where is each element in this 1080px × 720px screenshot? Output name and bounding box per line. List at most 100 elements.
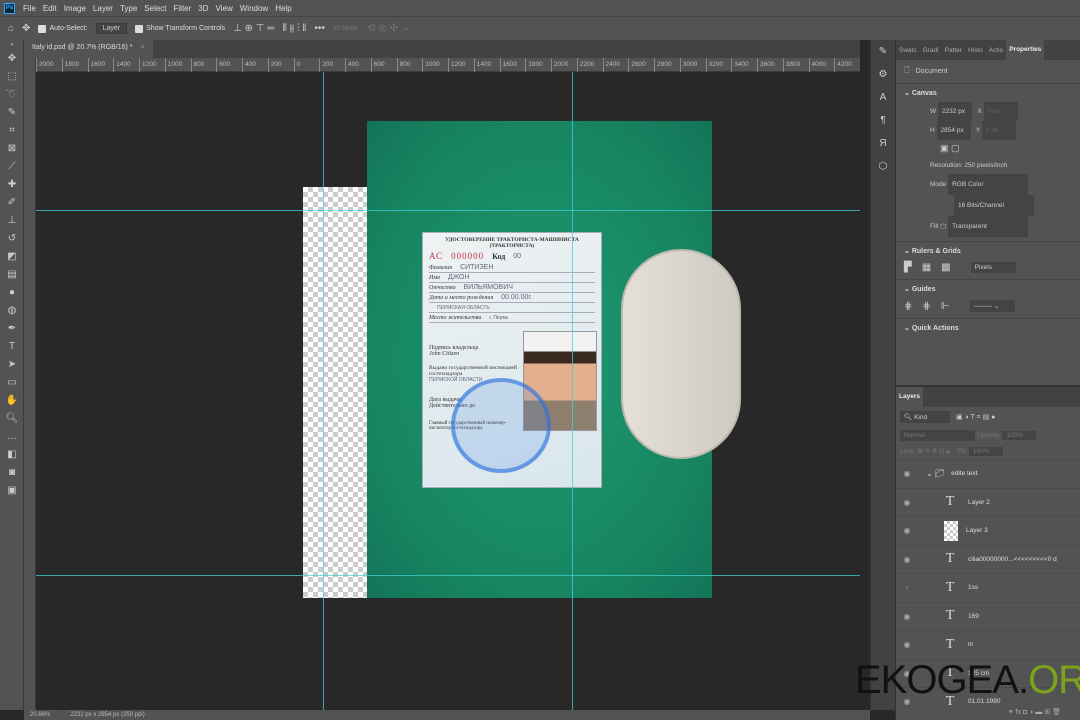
- layer-fill-input[interactable]: 100%: [968, 447, 1003, 456]
- layer-row[interactable]: ◉ Tm: [896, 630, 1080, 659]
- menu-filter[interactable]: Filter: [174, 4, 192, 13]
- brush-tool-icon[interactable]: ✐: [0, 194, 24, 212]
- screen-mode-icon[interactable]: ▣: [0, 482, 24, 500]
- show-transform-checkbox[interactable]: Show Transform Controls: [135, 24, 225, 33]
- visibility-eye-icon[interactable]: ◉: [896, 612, 918, 621]
- quick-actions-section-header[interactable]: ⌄ Quick Actions: [896, 318, 1080, 337]
- x-input[interactable]: 0 px: [983, 102, 1018, 121]
- home-icon[interactable]: ⌂: [8, 23, 14, 34]
- layer-row[interactable]: ◉ T Layer 2: [896, 487, 1080, 517]
- paragraph-icon[interactable]: ¶: [871, 109, 895, 132]
- zoom-level[interactable]: 20.66%: [30, 712, 50, 718]
- menu-layer[interactable]: Layer: [93, 4, 113, 13]
- bit-depth-dropdown[interactable]: 16 Bits/Channel: [954, 195, 1034, 216]
- menu-file[interactable]: File: [23, 4, 36, 13]
- dodge-tool-icon[interactable]: ◍: [0, 302, 24, 320]
- guide-vertical[interactable]: [323, 72, 324, 710]
- filter-icons[interactable]: ▣ ◑ T ⌗ ▤ ●: [956, 413, 995, 422]
- auto-select-checkbox[interactable]: Auto-Select:: [38, 24, 88, 33]
- 3d-icon[interactable]: ⬡: [871, 155, 895, 178]
- lasso-tool-icon[interactable]: ➰: [0, 86, 24, 104]
- menu-help[interactable]: Help: [275, 4, 291, 13]
- mode-dropdown[interactable]: RGB Color: [948, 174, 1029, 195]
- eraser-tool-icon[interactable]: ◩: [0, 248, 24, 266]
- history-brush-icon[interactable]: ↺: [0, 230, 24, 248]
- eyedropper-tool-icon[interactable]: ⟋: [0, 158, 24, 176]
- y-input[interactable]: 0 px: [981, 121, 1016, 140]
- width-input[interactable]: 2232 px: [937, 102, 972, 121]
- lock-icons[interactable]: ⊠ ✎ ✥ ⊡ 🔒︎: [917, 448, 949, 455]
- rulers-icon[interactable]: ▛: [904, 262, 912, 273]
- tab-swatches[interactable]: Swatc: [896, 47, 920, 54]
- visibility-eye-icon[interactable]: ◉: [896, 469, 918, 478]
- shape-tool-icon[interactable]: ▭: [0, 374, 24, 392]
- menu-edit[interactable]: Edit: [43, 4, 57, 13]
- document-info[interactable]: 2232 px x 2854 px (250 ppi): [70, 712, 144, 718]
- fill-dropdown[interactable]: Transparent: [948, 216, 1029, 237]
- hand-tool-icon[interactable]: ✋: [0, 392, 24, 410]
- healing-tool-icon[interactable]: ✚: [0, 176, 24, 194]
- more-tools-icon[interactable]: …: [0, 428, 24, 446]
- document-tab[interactable]: Italy id.psd @ 20.7% (RGB/16) * ×: [24, 40, 153, 58]
- canvas-area[interactable]: УДОСТОВЕРЕНИЕ ТРАКТОРИСТА-МАШИНИСТА (ТРА…: [36, 72, 860, 710]
- visibility-eye-icon[interactable]: ▫: [896, 583, 918, 592]
- menu-image[interactable]: Image: [64, 4, 86, 13]
- tab-gradients[interactable]: Gradi: [920, 47, 942, 54]
- horizontal-ruler[interactable]: 2000 1800 1600 1400 1200 1000 800 600 400 200 0 200…: [36, 58, 860, 72]
- move-tool-icon[interactable]: ✥: [22, 23, 30, 34]
- grid-icon[interactable]: ▦: [922, 262, 931, 273]
- rulers-grids-section-header[interactable]: ⌄ Rulers & Grids: [896, 241, 1080, 260]
- menu-select[interactable]: Select: [144, 4, 166, 13]
- height-input[interactable]: 2854 px: [936, 121, 971, 140]
- color-swatches-icon[interactable]: ◧: [0, 446, 24, 464]
- align-icons[interactable]: ⊥ ⊕ ⊤ ═ ⫴ ⫵ ⫶ ‖: [233, 23, 306, 34]
- guide-horizontal[interactable]: [36, 575, 860, 576]
- more-options-icon[interactable]: •••: [314, 23, 325, 34]
- visibility-eye-icon[interactable]: ◉: [896, 526, 918, 535]
- stamp-tool-icon[interactable]: ⊥: [0, 212, 24, 230]
- glyphs-icon[interactable]: Я: [871, 132, 895, 155]
- tab-patterns[interactable]: Patter: [942, 47, 965, 54]
- blend-mode-dropdown[interactable]: Normal: [900, 430, 975, 441]
- type-tool-icon[interactable]: T: [0, 338, 24, 356]
- opacity-input[interactable]: 100%: [1002, 431, 1037, 440]
- layer-row[interactable]: ◉ T 169: [896, 601, 1080, 631]
- gradient-tool-icon[interactable]: ▤: [0, 266, 24, 284]
- tab-actions[interactable]: Actio: [986, 47, 1006, 54]
- layer-row[interactable]: ◉ Tcilia00000000...<<<<<<<<<0 d: [896, 544, 1080, 574]
- canvas-section-header[interactable]: ⌄ Canvas: [896, 83, 1080, 102]
- layers-footer-icons[interactable]: ⚭ fx ◘ ◑ ▬ ⊞ 🗑︎: [896, 708, 1080, 720]
- menu-window[interactable]: Window: [240, 4, 268, 13]
- crop-tool-icon[interactable]: ⌗: [0, 122, 24, 140]
- landscape-orientation-icon[interactable]: ▢: [951, 143, 960, 153]
- tab-properties[interactable]: Properties: [1006, 40, 1045, 60]
- units-dropdown[interactable]: Pixels: [970, 262, 1016, 273]
- brush-settings-icon[interactable]: ✎: [871, 40, 895, 63]
- pixel-grid-icon[interactable]: ▩: [941, 262, 950, 273]
- quick-mask-icon[interactable]: ◙: [0, 464, 24, 482]
- visibility-eye-icon[interactable]: ◉: [896, 498, 918, 507]
- move-tool-icon[interactable]: ✥: [0, 50, 24, 68]
- layer-row[interactable]: ◉ Layer 3: [896, 516, 1080, 545]
- guides-section-header[interactable]: ⌄ Guides: [896, 279, 1080, 298]
- menu-type[interactable]: Type: [120, 4, 137, 13]
- tab-history[interactable]: Histo: [965, 47, 986, 54]
- pen-tool-icon[interactable]: ✒: [0, 320, 24, 338]
- layer-row[interactable]: ▫ T 1ss: [896, 573, 1080, 602]
- character-icon[interactable]: A: [871, 86, 895, 109]
- adjust-icon[interactable]: ⚙: [871, 63, 895, 86]
- frame-tool-icon[interactable]: ⊠: [0, 140, 24, 158]
- guide-style-dropdown[interactable]: ──── ⌄: [969, 300, 1015, 312]
- tab-layers[interactable]: Layers: [896, 387, 923, 407]
- quick-select-tool-icon[interactable]: ✎: [0, 104, 24, 122]
- vertical-ruler[interactable]: [24, 58, 36, 710]
- layer-row[interactable]: ◉ ⌄ 📁︎ edite text: [896, 459, 1080, 488]
- new-guide-icon[interactable]: ⊩: [941, 301, 950, 312]
- guide-vertical[interactable]: [572, 72, 573, 710]
- auto-select-target-dropdown[interactable]: Layer: [95, 23, 128, 34]
- close-tab-icon[interactable]: ×: [140, 44, 144, 51]
- marquee-tool-icon[interactable]: ⬚: [0, 68, 24, 86]
- lock-guides-icon[interactable]: ⋕: [922, 301, 930, 312]
- blur-tool-icon[interactable]: ●: [0, 284, 24, 302]
- menu-3d[interactable]: 3D: [198, 4, 208, 13]
